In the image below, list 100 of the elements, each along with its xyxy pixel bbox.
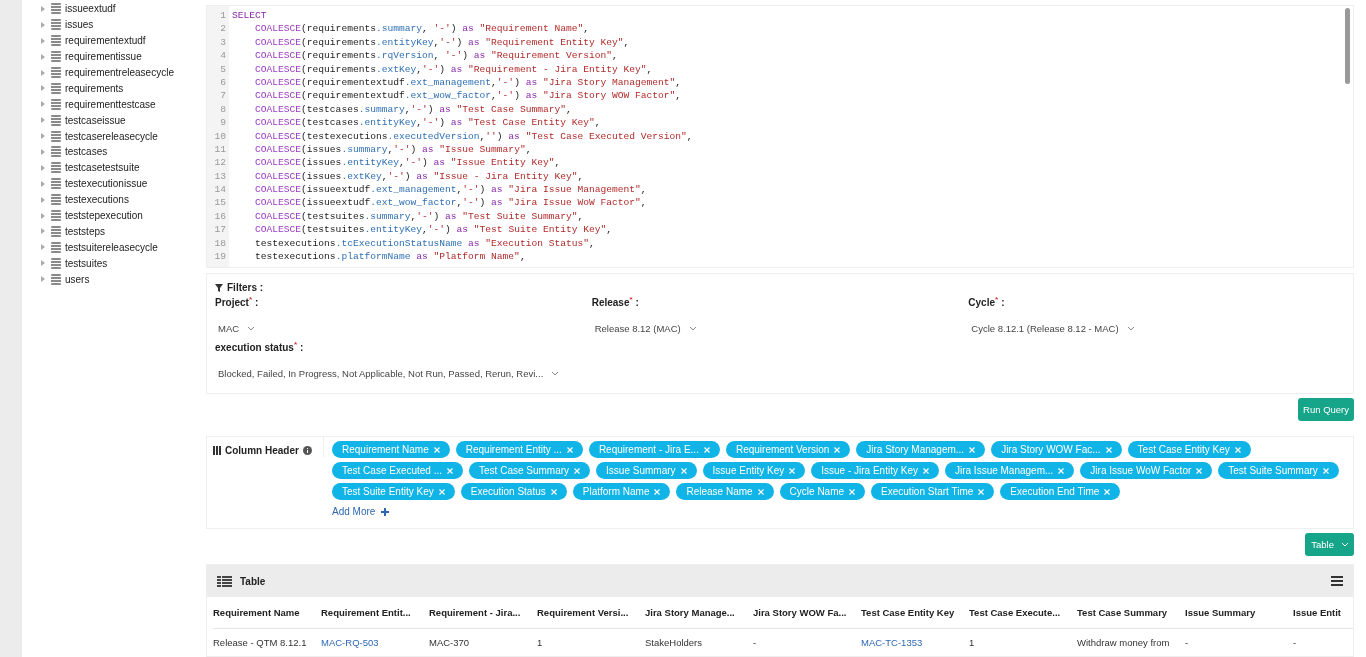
table-icon [51, 51, 61, 63]
table-name[interactable]: requirements [65, 82, 124, 94]
close-icon[interactable] [447, 467, 454, 474]
line-number: 7 [219, 89, 227, 103]
line-number: 17 [213, 223, 227, 237]
close-icon[interactable] [1058, 467, 1065, 474]
line-number: 10 [213, 129, 227, 143]
table-cell-text: - [1293, 637, 1298, 648]
column-heading[interactable]: Test Case Summary [1077, 607, 1185, 618]
close-icon[interactable] [849, 488, 856, 495]
close-icon[interactable] [566, 446, 573, 453]
table-name[interactable]: requirementissue [65, 51, 142, 63]
line-number: 3 [219, 35, 227, 50]
menu-icon[interactable] [1331, 576, 1343, 586]
close-icon[interactable] [1104, 488, 1111, 495]
close-icon[interactable] [969, 446, 976, 453]
close-icon[interactable] [789, 467, 796, 474]
expand-caret-icon[interactable] [41, 260, 45, 267]
info-icon [302, 445, 312, 455]
close-icon[interactable] [1322, 467, 1329, 474]
code-line: COALESCE(testcases.entityKey,'-') as "Test Case Entity Key", [254, 116, 602, 130]
table-name[interactable]: issues [65, 19, 94, 31]
column-heading[interactable]: Test Case Entity Key [861, 607, 969, 618]
table-name[interactable]: testcasetestsuite [65, 162, 140, 174]
code-line: COALESCE(issues.entityKey,'-') as "Issue Entity Key", [254, 156, 562, 170]
expand-caret-icon[interactable] [41, 101, 45, 108]
chevron-down-icon[interactable] [247, 326, 256, 331]
expand-caret-icon[interactable] [41, 180, 45, 187]
expand-caret-icon[interactable] [41, 228, 45, 235]
expand-caret-icon[interactable] [41, 212, 45, 219]
table-name[interactable]: testsuites [65, 257, 108, 269]
expand-caret-icon[interactable] [41, 148, 45, 155]
close-icon[interactable] [438, 488, 445, 495]
table-name[interactable]: testsuitereleasecycle [65, 241, 158, 253]
column-heading[interactable]: Test Case Execute... [969, 607, 1077, 618]
expand-caret-icon[interactable] [41, 117, 45, 124]
filter-dropdown[interactable]: Cycle 8.12.1 (Release 8.12 - MAC) [971, 323, 1119, 334]
close-icon[interactable] [1105, 446, 1112, 453]
table-name[interactable]: users [65, 273, 90, 285]
close-icon[interactable] [550, 488, 557, 495]
column-heading[interactable]: Requirement Entit... [321, 607, 429, 618]
code-line: COALESCE(issues.summary,'-') as "Issue Summary", [254, 142, 533, 157]
required-mark: * [248, 297, 253, 303]
code-line: COALESCE(testexecutions.executedVersion,'') as "Test Case Executed Version", [254, 129, 693, 143]
expand-caret-icon[interactable] [41, 85, 45, 92]
close-icon[interactable] [703, 446, 710, 453]
expand-caret-icon[interactable] [41, 5, 45, 12]
chevron-down-icon[interactable] [688, 326, 697, 331]
add-more-link[interactable]: Add More [332, 506, 376, 517]
table-name[interactable]: testcasereleasecycle [65, 130, 158, 142]
close-icon[interactable] [978, 488, 985, 495]
close-icon[interactable] [922, 467, 929, 474]
plus-icon[interactable] [381, 507, 390, 516]
column-heading[interactable]: Requirement - Jira... [429, 607, 537, 618]
table-name[interactable]: requirementreleasecycle [65, 67, 174, 78]
expand-caret-icon[interactable] [41, 164, 45, 171]
table-name[interactable]: requirementextudf [65, 35, 146, 47]
close-icon[interactable] [1234, 446, 1241, 453]
table-name[interactable]: testexecutionissue [65, 178, 148, 190]
close-icon[interactable] [680, 467, 687, 474]
filter-dropdown[interactable]: Release 8.12 (MAC) [594, 323, 681, 334]
close-icon[interactable] [1196, 467, 1203, 474]
column-heading[interactable]: Jira Story WOW Fa... [753, 607, 861, 618]
close-icon[interactable] [834, 446, 841, 453]
column-heading[interactable]: Requirement Name [213, 607, 321, 618]
expand-caret-icon[interactable] [41, 21, 45, 28]
table-name[interactable]: testexecutions [65, 194, 129, 206]
line-number: 19 [213, 250, 227, 264]
expand-caret-icon[interactable] [41, 196, 45, 203]
table-link[interactable]: MAC-TC-1353 [861, 637, 969, 648]
close-icon[interactable] [574, 467, 581, 474]
expand-caret-icon[interactable] [41, 244, 45, 251]
chevron-down-icon[interactable] [551, 371, 560, 376]
table-icon [51, 257, 61, 269]
chevron-down-icon[interactable] [1126, 326, 1135, 331]
filter-dropdown[interactable]: Blocked, Failed, In Progress, Not Applicable, Not Run, Passed, Rerun, Revi... [218, 368, 544, 379]
table-link[interactable]: MAC-RQ-503 [321, 637, 429, 648]
expand-caret-icon[interactable] [41, 276, 45, 283]
table-name[interactable]: teststepexecution [65, 210, 143, 221]
column-heading[interactable]: Issue Summary [1185, 607, 1293, 618]
table-name[interactable]: issueextudf [65, 3, 116, 15]
table-name[interactable]: testcaseissue [65, 114, 126, 126]
table-name[interactable]: testcases [65, 146, 108, 158]
table-name[interactable]: teststeps [65, 225, 106, 237]
close-icon[interactable] [654, 488, 661, 495]
close-icon[interactable] [433, 446, 440, 453]
column-heading[interactable]: Requirement Versi... [537, 607, 645, 618]
required-mark: * [995, 297, 999, 303]
expand-caret-icon[interactable] [41, 69, 45, 76]
expand-caret-icon[interactable] [41, 133, 45, 140]
column-heading[interactable]: Issue Entit [1293, 607, 1353, 618]
filters-title: Filters : [227, 282, 264, 293]
filter-dropdown[interactable]: MAC [218, 323, 240, 334]
sql-editor[interactable] [206, 5, 1354, 268]
table-icon [51, 225, 61, 237]
expand-caret-icon[interactable] [41, 53, 45, 60]
table-name[interactable]: requirementtestcase [65, 98, 156, 110]
expand-caret-icon[interactable] [41, 37, 45, 44]
column-heading[interactable]: Jira Story Manage... [645, 607, 753, 618]
close-icon[interactable] [757, 488, 764, 495]
